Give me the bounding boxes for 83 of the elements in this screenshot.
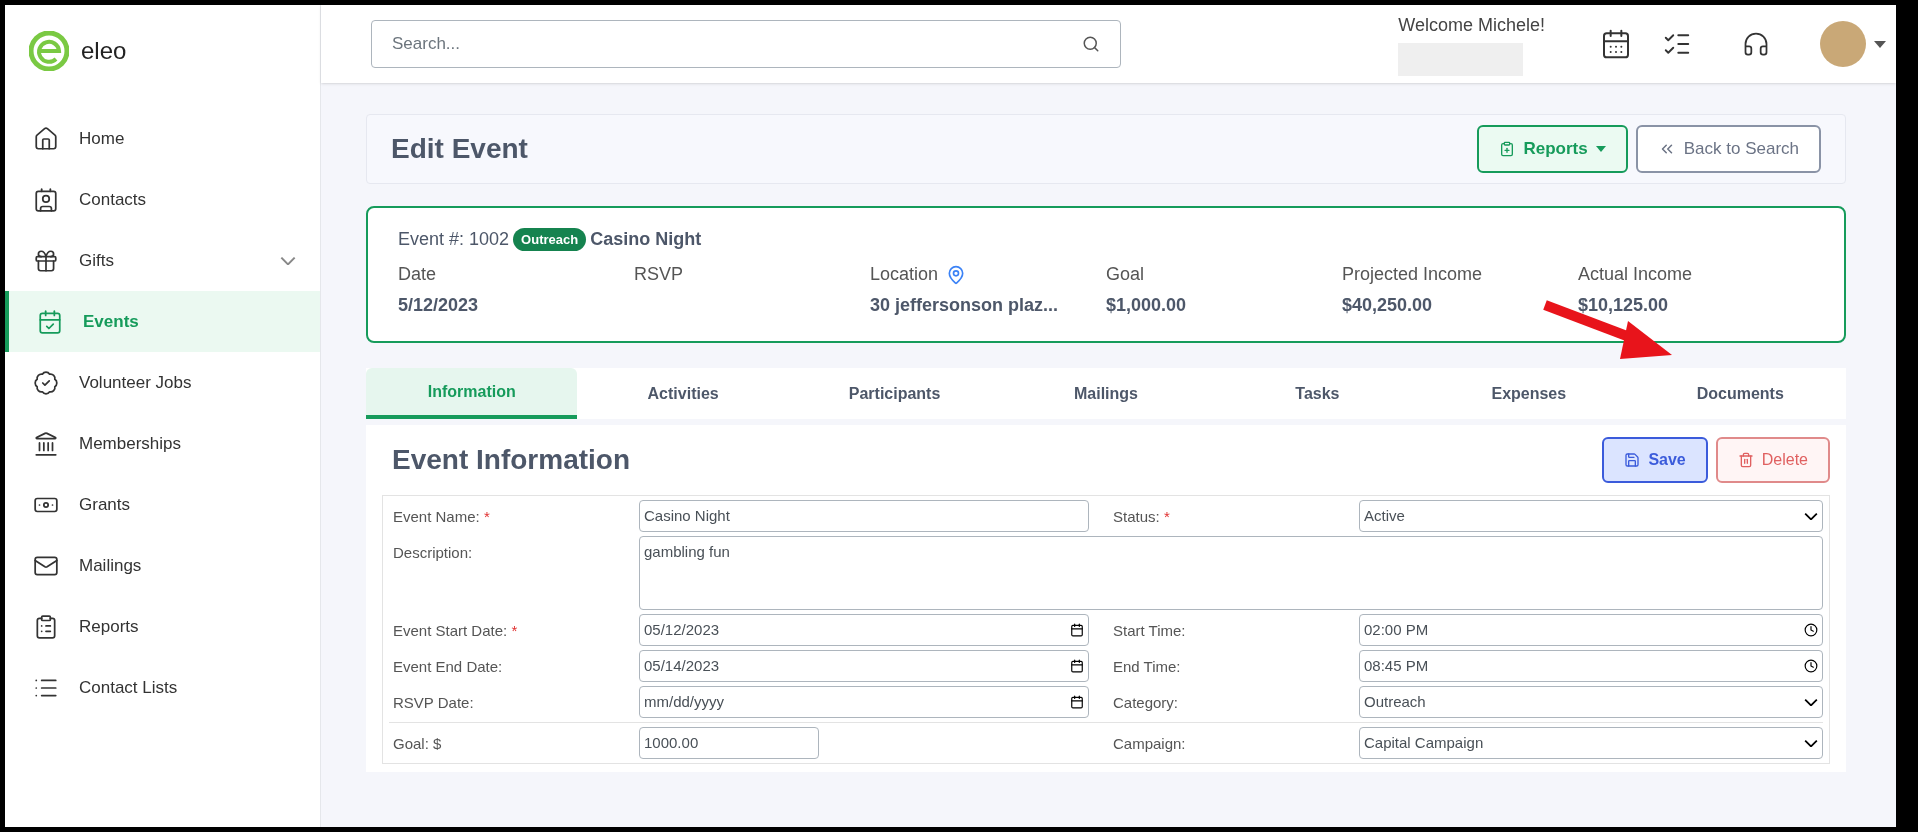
- clock-icon: [1804, 659, 1818, 673]
- select-field[interactable]: Capital Campaign: [1359, 727, 1823, 759]
- summary-value: 30 jeffersonson plaz...: [870, 294, 1060, 317]
- field-label: Category:: [1112, 693, 1180, 713]
- sidebar-item[interactable]: Gifts: [5, 230, 320, 291]
- summary-label: Location: [870, 263, 939, 286]
- field-label: Status: *: [1112, 507, 1171, 527]
- tab[interactable]: Activities: [577, 368, 789, 419]
- chevron-down-icon: [280, 256, 296, 265]
- select-field[interactable]: Outreach: [1359, 686, 1823, 718]
- category-tag: Outreach: [513, 227, 587, 252]
- input-field[interactable]: Casino Night: [639, 500, 1089, 532]
- field-label: Campaign:: [1112, 734, 1187, 754]
- chevron-down-icon: [1804, 512, 1818, 520]
- time-field[interactable]: 08:45 PM: [1359, 650, 1823, 682]
- nav-icon: [33, 613, 59, 640]
- sidebar-item[interactable]: Grants: [5, 474, 320, 535]
- select-field[interactable]: Active: [1359, 500, 1823, 532]
- tab[interactable]: Expenses: [1423, 368, 1635, 419]
- field-label: Goal: $: [392, 734, 443, 754]
- summary-value: 5/12/2023: [398, 294, 480, 317]
- chevron-down-icon: [1804, 698, 1818, 706]
- nav-icon: [33, 247, 59, 274]
- event-number: Event #: 1002: [398, 228, 510, 251]
- caret-icon[interactable]: [1874, 40, 1886, 48]
- save-button[interactable]: Save: [1602, 437, 1708, 483]
- time-field[interactable]: 02:00 PM: [1359, 614, 1823, 646]
- summary-label: Actual Income: [1578, 263, 1693, 286]
- summary-label: RSVP: [634, 263, 684, 286]
- welcome-text: Welcome Michele!: [1398, 14, 1545, 37]
- sidebar-item[interactable]: Home: [5, 108, 320, 169]
- summary-label: Date: [398, 263, 437, 286]
- chevron-down-icon: [1804, 739, 1818, 747]
- field-label: End Time:: [1112, 657, 1182, 677]
- sidebar-item[interactable]: Mailings: [5, 535, 320, 596]
- sidebar-item[interactable]: Contact Lists: [5, 657, 320, 718]
- logo-text: eleo: [81, 36, 127, 66]
- summary-value: $1,000.00: [1106, 294, 1188, 317]
- summary-value: $40,250.00: [1342, 294, 1434, 317]
- section-title: Event Information: [392, 443, 630, 477]
- field-label: Start Time:: [1112, 621, 1187, 641]
- tab[interactable]: Participants: [788, 368, 1001, 419]
- sidebar-item[interactable]: Memberships: [5, 413, 320, 474]
- trash-icon: [1737, 452, 1754, 468]
- input-field[interactable]: 1000.00: [639, 727, 819, 759]
- headset-icon[interactable]: [1742, 30, 1770, 58]
- field-label: Description:: [392, 543, 474, 563]
- logo-icon: [29, 31, 69, 71]
- sidebar-item[interactable]: Reports: [5, 596, 320, 657]
- field-label: RSVP Date:: [392, 693, 475, 713]
- nav-icon: [37, 308, 63, 335]
- text-area[interactable]: gambling fun: [639, 536, 1823, 610]
- back-button[interactable]: Back to Search: [1635, 125, 1821, 173]
- date-field[interactable]: 05/14/2023: [639, 650, 1089, 682]
- page-title: Edit Event: [391, 132, 528, 166]
- tab[interactable]: Documents: [1634, 368, 1846, 419]
- field-label: Event End Date:: [392, 657, 504, 677]
- save-icon: [1624, 452, 1641, 468]
- calendar-icon: [1070, 695, 1084, 709]
- sidebar-item[interactable]: Volunteer Jobs: [5, 352, 320, 413]
- tab[interactable]: Mailings: [1000, 368, 1212, 419]
- date-field[interactable]: mm/dd/yyyy: [639, 686, 1089, 718]
- event-name: Casino Night: [590, 228, 702, 251]
- clipboard-icon: [1499, 141, 1516, 157]
- nav-icon: [33, 186, 59, 213]
- summary-label: Goal: [1106, 263, 1145, 286]
- search-field[interactable]: Search...: [371, 20, 1121, 68]
- nav-icon: [33, 369, 59, 396]
- summary-label: Projected Income: [1342, 263, 1483, 286]
- clock-icon: [1804, 623, 1818, 637]
- calendar-icon: [1070, 659, 1084, 673]
- nav-icon: [33, 125, 59, 152]
- calendar-icon: [1070, 623, 1084, 637]
- caret-icon: [1595, 146, 1606, 152]
- sidebar-item[interactable]: Contacts: [5, 169, 320, 230]
- nav-icon: [33, 430, 59, 457]
- date-field[interactable]: 05/12/2023: [639, 614, 1089, 646]
- summary-value: $10,125.00: [1578, 294, 1670, 317]
- tab[interactable]: Tasks: [1211, 368, 1424, 419]
- calendar-icon[interactable]: [1600, 28, 1632, 60]
- field-label: Event Name: *: [392, 507, 491, 527]
- search-icon: [1082, 35, 1100, 53]
- field-label: Event Start Date: *: [392, 621, 519, 641]
